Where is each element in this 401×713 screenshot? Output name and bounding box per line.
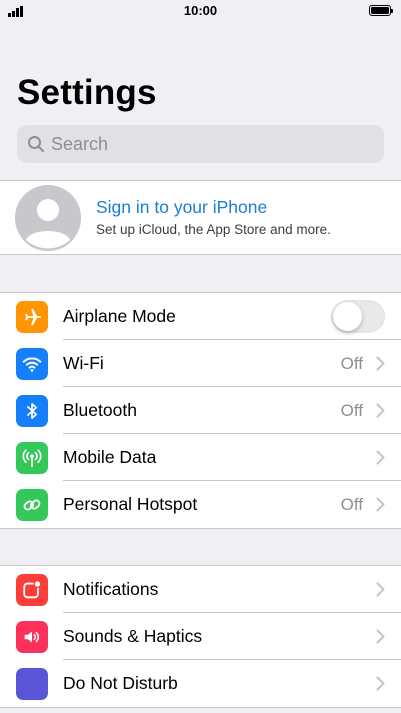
- chevron-right-icon: [376, 497, 385, 512]
- airplane-mode-toggle[interactable]: [331, 300, 385, 333]
- personal-hotspot-row[interactable]: Personal Hotspot Off: [0, 481, 401, 528]
- airplane-icon: [16, 301, 48, 333]
- wifi-label: Wi-Fi: [63, 353, 104, 373]
- search-bar[interactable]: [17, 125, 384, 163]
- personal-hotspot-label: Personal Hotspot: [63, 494, 198, 514]
- avatar: [15, 185, 81, 251]
- mobile-data-row[interactable]: Mobile Data: [0, 434, 401, 481]
- sign-in-row[interactable]: Sign in to your iPhone Set up iCloud, th…: [0, 180, 401, 255]
- antenna-icon: [16, 442, 48, 474]
- personal-hotspot-status: Off: [340, 495, 363, 514]
- mobile-data-label: Mobile Data: [63, 447, 157, 467]
- notifications-icon: [16, 574, 48, 606]
- sign-in-subtitle: Set up iCloud, the App Store and more.: [96, 222, 331, 237]
- chevron-right-icon: [376, 356, 385, 371]
- chevron-right-icon: [376, 629, 385, 644]
- speaker-icon: [16, 621, 48, 653]
- search-input[interactable]: [51, 133, 351, 155]
- connectivity-group: Airplane Mode Wi-Fi Off Bluetooth Off Mo…: [0, 292, 401, 529]
- battery-icon: [369, 5, 393, 16]
- sign-in-title: Sign in to your iPhone: [96, 197, 268, 217]
- moon-icon: [16, 668, 48, 700]
- chevron-right-icon: [376, 450, 385, 465]
- do-not-disturb-label: Do Not Disturb: [63, 673, 178, 693]
- sounds-haptics-label: Sounds & Haptics: [63, 626, 203, 646]
- wifi-status: Off: [340, 354, 363, 373]
- wifi-icon: [16, 348, 48, 380]
- chevron-right-icon: [376, 403, 385, 418]
- notifications-row[interactable]: Notifications: [0, 566, 401, 613]
- chevron-right-icon: [376, 582, 385, 597]
- wifi-row[interactable]: Wi-Fi Off: [0, 340, 401, 387]
- status-bar: 10:00: [0, 0, 401, 22]
- search-icon: [28, 136, 44, 152]
- do-not-disturb-row[interactable]: Do Not Disturb: [0, 660, 401, 707]
- airplane-mode-row[interactable]: Airplane Mode: [0, 293, 401, 340]
- chevron-right-icon: [376, 676, 385, 691]
- airplane-mode-label: Airplane Mode: [63, 306, 176, 326]
- alerts-group: Notifications Sounds & Haptics Do Not Di…: [0, 565, 401, 708]
- notifications-label: Notifications: [63, 579, 159, 599]
- person-icon: [15, 185, 81, 251]
- bluetooth-status: Off: [340, 401, 363, 420]
- sounds-haptics-row[interactable]: Sounds & Haptics: [0, 613, 401, 660]
- hotspot-icon: [16, 489, 48, 521]
- status-time: 10:00: [183, 3, 218, 18]
- page-title: Settings: [17, 73, 157, 112]
- bluetooth-row[interactable]: Bluetooth Off: [0, 387, 401, 434]
- bluetooth-label: Bluetooth: [63, 400, 137, 420]
- bluetooth-icon: [16, 395, 48, 427]
